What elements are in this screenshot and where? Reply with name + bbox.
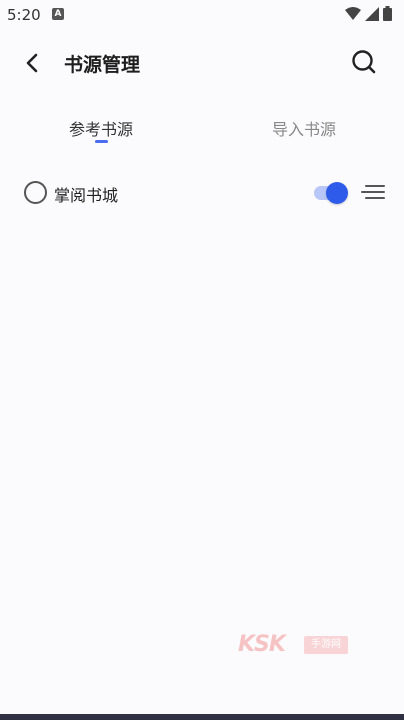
watermark-sub: 手游网 [304,636,348,654]
list-item[interactable]: 掌阅书城 [0,172,404,214]
watermark-logo: KSK 手游网 [238,630,350,660]
drag-handle[interactable] [361,182,385,202]
battery-icon [383,6,392,21]
wifi-icon [345,6,361,20]
bottom-navigation-bar [0,714,404,720]
search-button[interactable] [350,48,378,76]
status-bar: 5:20 A [0,0,404,30]
tab-bar: 参考书源 导入书源 [0,112,404,148]
a-icon: A [52,8,64,20]
toggle-thumb [326,182,348,204]
source-select-radio[interactable] [24,181,47,204]
signal-icon [365,6,379,21]
search-icon [352,50,376,74]
tab-import-sources[interactable]: 导入书源 [272,116,336,140]
source-name: 掌阅书城 [54,186,119,205]
page-title: 书源管理 [64,54,141,76]
source-enable-toggle[interactable] [312,181,350,205]
menu-lines-icon [361,185,385,199]
status-icons [345,6,392,21]
chevron-left-icon [26,53,38,73]
back-button[interactable] [20,50,46,76]
app-header: 书源管理 [0,44,404,84]
tab-reference-sources[interactable]: 参考书源 [69,116,133,140]
status-time: 5:20 [7,6,41,24]
watermark-text: KSK [238,632,286,657]
tab-indicator [95,140,108,143]
